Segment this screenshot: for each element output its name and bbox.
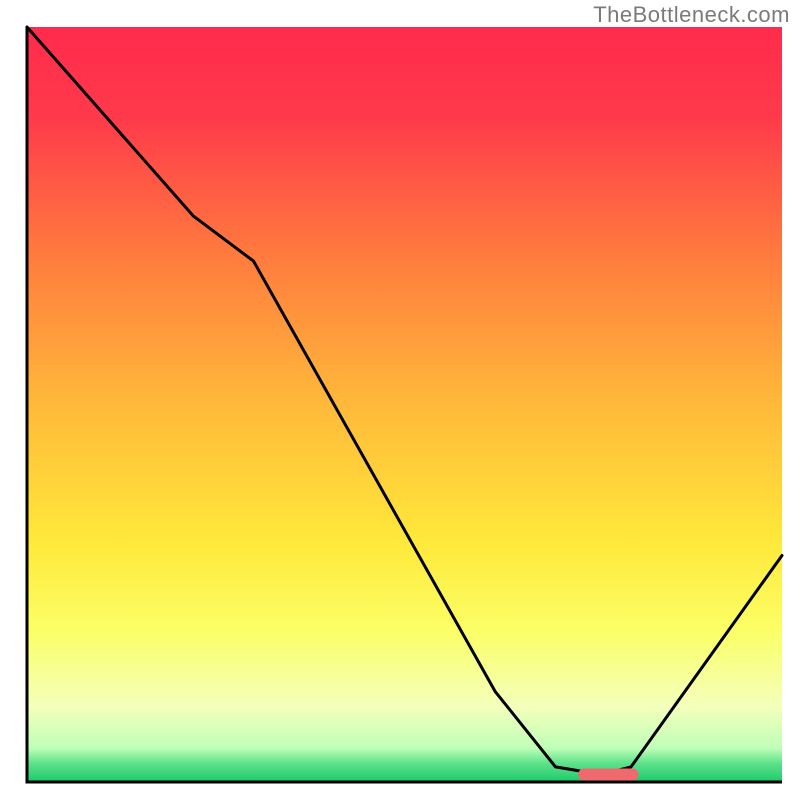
plot-area [27, 27, 782, 782]
bottleneck-chart [0, 0, 800, 800]
watermark-text: TheBottleneck.com [593, 2, 790, 28]
optimal-marker [578, 768, 638, 780]
chart-container: TheBottleneck.com [0, 0, 800, 800]
